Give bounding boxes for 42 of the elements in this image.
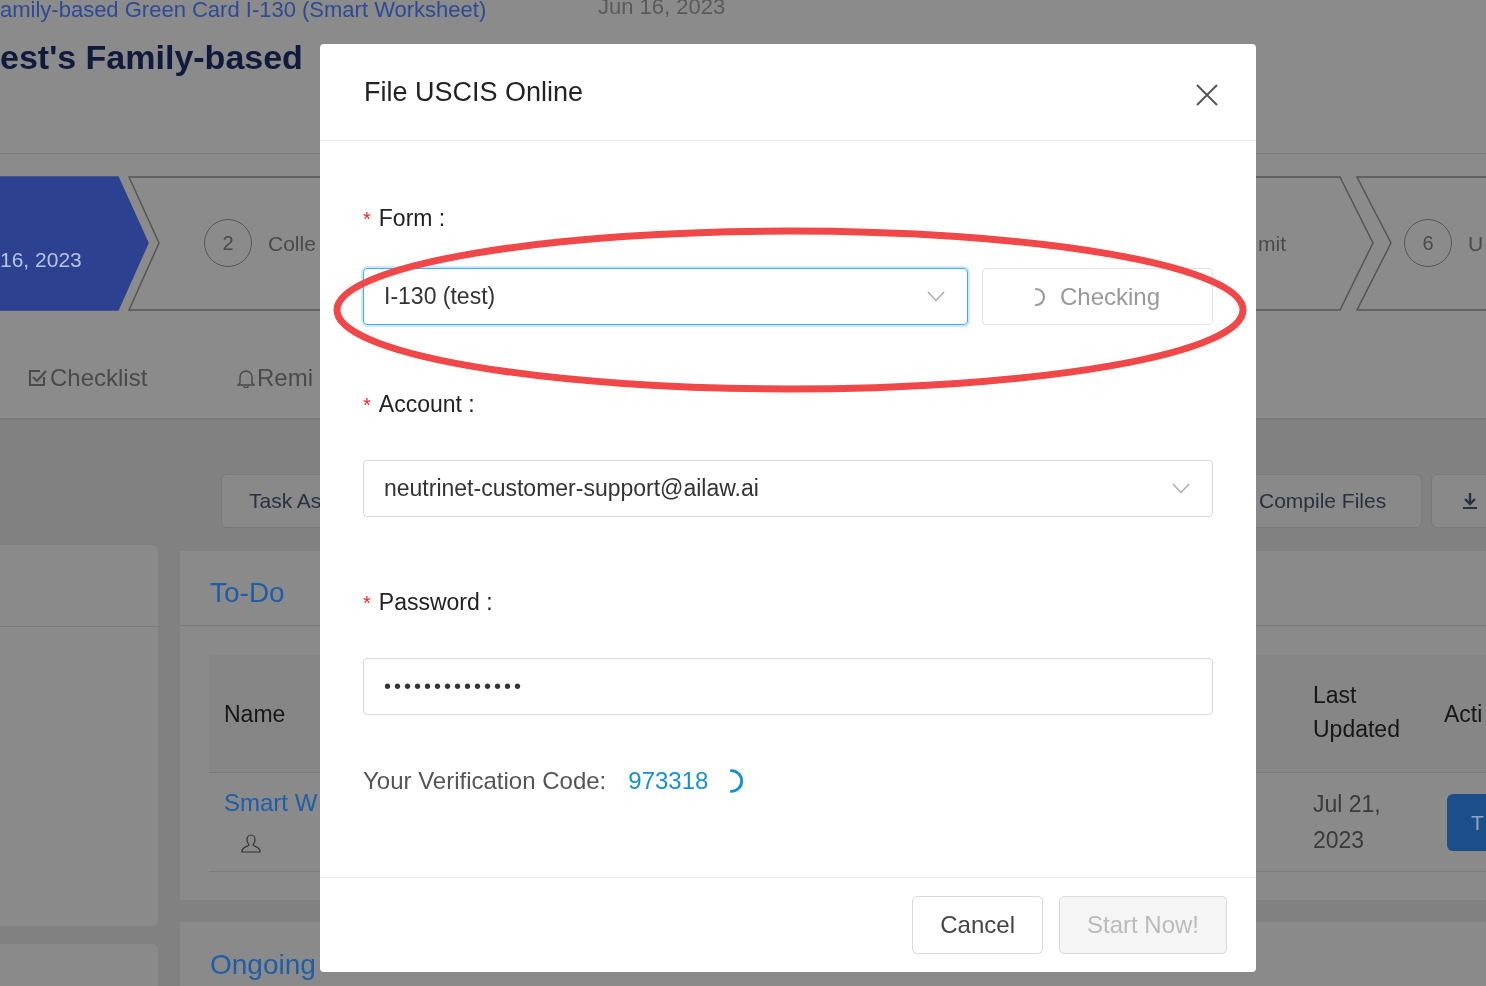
cancel-button[interactable]: Cancel — [912, 896, 1043, 954]
chevron-down-icon — [927, 291, 945, 302]
column-header: Acti — [1444, 700, 1483, 729]
select-value: I-130 (test) — [384, 283, 496, 310]
step-label: Colle — [268, 232, 316, 256]
field-label: Form : — [378, 205, 446, 232]
download-icon — [1462, 492, 1478, 510]
close-icon — [1196, 83, 1218, 106]
progress-step[interactable]: 6 U — [1356, 176, 1486, 312]
account-select[interactable]: neutrinet-customer-support@ailaw.ai — [363, 460, 1213, 517]
spinner-icon — [1034, 286, 1046, 307]
card-title: Ongoing — [210, 949, 316, 981]
action-button[interactable]: T — [1447, 794, 1486, 851]
person-icon — [240, 832, 262, 854]
required-mark: * — [363, 208, 371, 231]
required-mark: * — [363, 592, 371, 615]
spinner-icon — [730, 768, 745, 794]
bell-icon — [237, 368, 255, 388]
breadcrumb-link[interactable]: amily-based Green Card I-130 (Smart Worksheet) — [0, 0, 487, 22]
tab[interactable]: Checklist — [28, 364, 148, 392]
page-title: est's Family-based — [0, 38, 303, 77]
tab[interactable]: Remi — [237, 364, 313, 392]
table-cell-text: Jul 21, 2023 — [1313, 790, 1382, 855]
step-date: 16, 2023 — [0, 248, 82, 272]
verification-code: 973318 — [628, 767, 709, 795]
card-title: To-Do — [210, 577, 285, 609]
required-mark: * — [363, 394, 371, 417]
field-label: Account : — [378, 391, 475, 418]
field-label: Password : — [378, 589, 493, 616]
step-label: mit — [1258, 232, 1286, 256]
column-header: Last Updated — [1313, 681, 1401, 744]
step-label: U — [1468, 232, 1484, 256]
column-header: Name — [224, 700, 286, 729]
form-select[interactable]: I-130 (test) — [363, 268, 968, 325]
task-link[interactable]: Smart W — [224, 789, 318, 817]
chevron-down-icon — [1172, 483, 1190, 494]
password-field[interactable]: •••••••••••••• — [363, 658, 1213, 715]
select-value: neutrinet-customer-support@ailaw.ai — [384, 475, 759, 502]
verification-label: Your Verification Code: — [363, 767, 607, 795]
dialog-title: File USCIS Online — [364, 76, 584, 108]
checkbox-icon — [28, 368, 48, 388]
progress-step[interactable]: 16, 2023 — [0, 176, 150, 312]
